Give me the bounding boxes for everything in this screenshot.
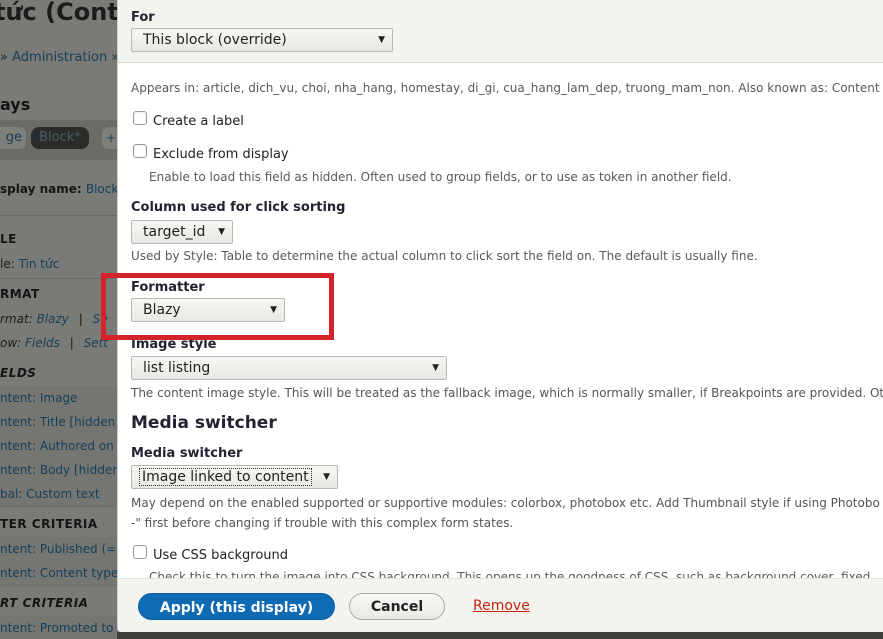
title-section-heading: LE: [0, 232, 17, 246]
create-label-label[interactable]: Create a label: [153, 114, 244, 129]
field-item[interactable]: bal: Custom text: [0, 482, 118, 507]
formatter-select[interactable]: Blazy ▼: [131, 298, 285, 322]
click-sort-description: Used by Style: Table to determine the ac…: [131, 249, 758, 263]
media-switcher-heading: Media switcher: [131, 413, 277, 433]
dialog-button-pane: Apply (this display) Cancel Remove: [118, 578, 883, 632]
overlay-shadow: [117, 632, 883, 639]
chevron-down-icon: ▼: [270, 305, 277, 315]
exclude-display-label[interactable]: Exclude from display: [153, 147, 289, 162]
create-label-checkbox[interactable]: [133, 111, 147, 125]
field-item[interactable]: ntent: Authored on: [0, 434, 118, 459]
title-link[interactable]: Tin tức: [19, 257, 60, 271]
media-switcher-select[interactable]: Image linked to content ▼: [131, 465, 338, 489]
breadcrumb: » Administration »: [0, 50, 118, 65]
show-row: ow: Fields | Sett: [0, 336, 108, 350]
chevron-down-icon: ▼: [323, 472, 330, 482]
format-label: rmat:: [0, 312, 33, 326]
for-select-value: This block (override): [143, 32, 287, 48]
dialog-override-bar: For This block (override) ▼: [118, 0, 883, 63]
display-name-row: splay name: Block: [0, 182, 118, 196]
divider: [0, 278, 118, 279]
exclude-display-checkbox[interactable]: [133, 144, 147, 158]
remove-link[interactable]: Remove: [473, 598, 530, 614]
field-item[interactable]: ntent: Body [hidden: [0, 458, 118, 483]
sort-section-heading: RT CRITERIA: [0, 596, 89, 610]
image-style-select[interactable]: list listing ▼: [131, 356, 447, 380]
chevron-down-icon: ▼: [432, 363, 439, 373]
format-row: rmat: Blazy | Se: [0, 312, 108, 326]
filter-item[interactable]: ntent: Published (=: [0, 537, 118, 562]
title-label: le:: [0, 257, 15, 271]
page-title: tức (Conte: [0, 0, 118, 26]
exclude-display-description: Enable to load this field as hidden. Oft…: [149, 170, 732, 184]
tab-block-active[interactable]: Block*: [31, 127, 89, 149]
click-sort-label: Column used for click sorting: [131, 200, 346, 215]
displays-heading: ays: [0, 95, 31, 114]
image-style-value: list listing: [143, 360, 211, 376]
show-settings-link[interactable]: Sett: [84, 336, 108, 350]
chevron-down-icon: ▼: [378, 35, 385, 45]
format-link[interactable]: Blazy: [37, 312, 69, 326]
formatter-value: Blazy: [143, 302, 181, 318]
media-switcher-description-line2: -" first before changing if trouble with…: [131, 516, 514, 530]
formatter-label: Formatter: [131, 280, 205, 295]
field-config-dialog: For This block (override) ▼ Appears in: …: [117, 0, 883, 632]
title-row: le: Tin tức: [0, 257, 59, 271]
cancel-button[interactable]: Cancel: [349, 593, 445, 620]
click-sort-select[interactable]: target_id ▼: [131, 220, 233, 244]
fields-section-heading: ELDS: [0, 366, 37, 380]
display-name-label: splay name:: [0, 182, 82, 196]
css-background-checkbox[interactable]: [133, 545, 147, 559]
field-item[interactable]: ntent: Title [hidden]: [0, 410, 118, 435]
format-settings-link[interactable]: Se: [93, 312, 108, 326]
for-select[interactable]: This block (override) ▼: [131, 28, 393, 52]
css-background-label[interactable]: Use CSS background: [153, 548, 288, 563]
display-name-link[interactable]: Block: [86, 182, 118, 196]
for-label: For: [131, 10, 155, 25]
apply-button[interactable]: Apply (this display): [138, 593, 335, 620]
image-style-label: Image style: [131, 337, 217, 352]
media-switcher-description-line1: May depend on the enabled supported or s…: [131, 496, 880, 510]
breadcrumb-administration[interactable]: Administration: [12, 50, 107, 65]
media-switcher-value: Image linked to content: [139, 468, 312, 486]
format-section-heading: RMAT: [0, 287, 40, 301]
breadcrumb-separator: »: [0, 50, 8, 65]
tab-page[interactable]: ge: [0, 127, 26, 149]
tab-add[interactable]: +: [102, 127, 118, 149]
show-label: ow:: [0, 336, 22, 350]
appears-in-text: Appears in: article, dich_vu, choi, nha_…: [131, 81, 880, 95]
chevron-down-icon: ▼: [218, 227, 225, 237]
background-admin-page: tức (Conte » Administration » ays ge Blo…: [0, 0, 118, 639]
sort-item[interactable]: ntent: Promoted to: [0, 616, 118, 639]
filter-section-heading: TER CRITERIA: [0, 517, 98, 531]
show-link[interactable]: Fields: [25, 336, 60, 350]
field-item[interactable]: ntent: Image: [0, 386, 118, 411]
image-style-description: The content image style. This will be tr…: [131, 386, 883, 400]
divider: [0, 215, 118, 216]
filter-item[interactable]: ntent: Content type: [0, 561, 118, 586]
media-switcher-label: Media switcher: [131, 446, 243, 461]
click-sort-value: target_id: [143, 224, 206, 240]
